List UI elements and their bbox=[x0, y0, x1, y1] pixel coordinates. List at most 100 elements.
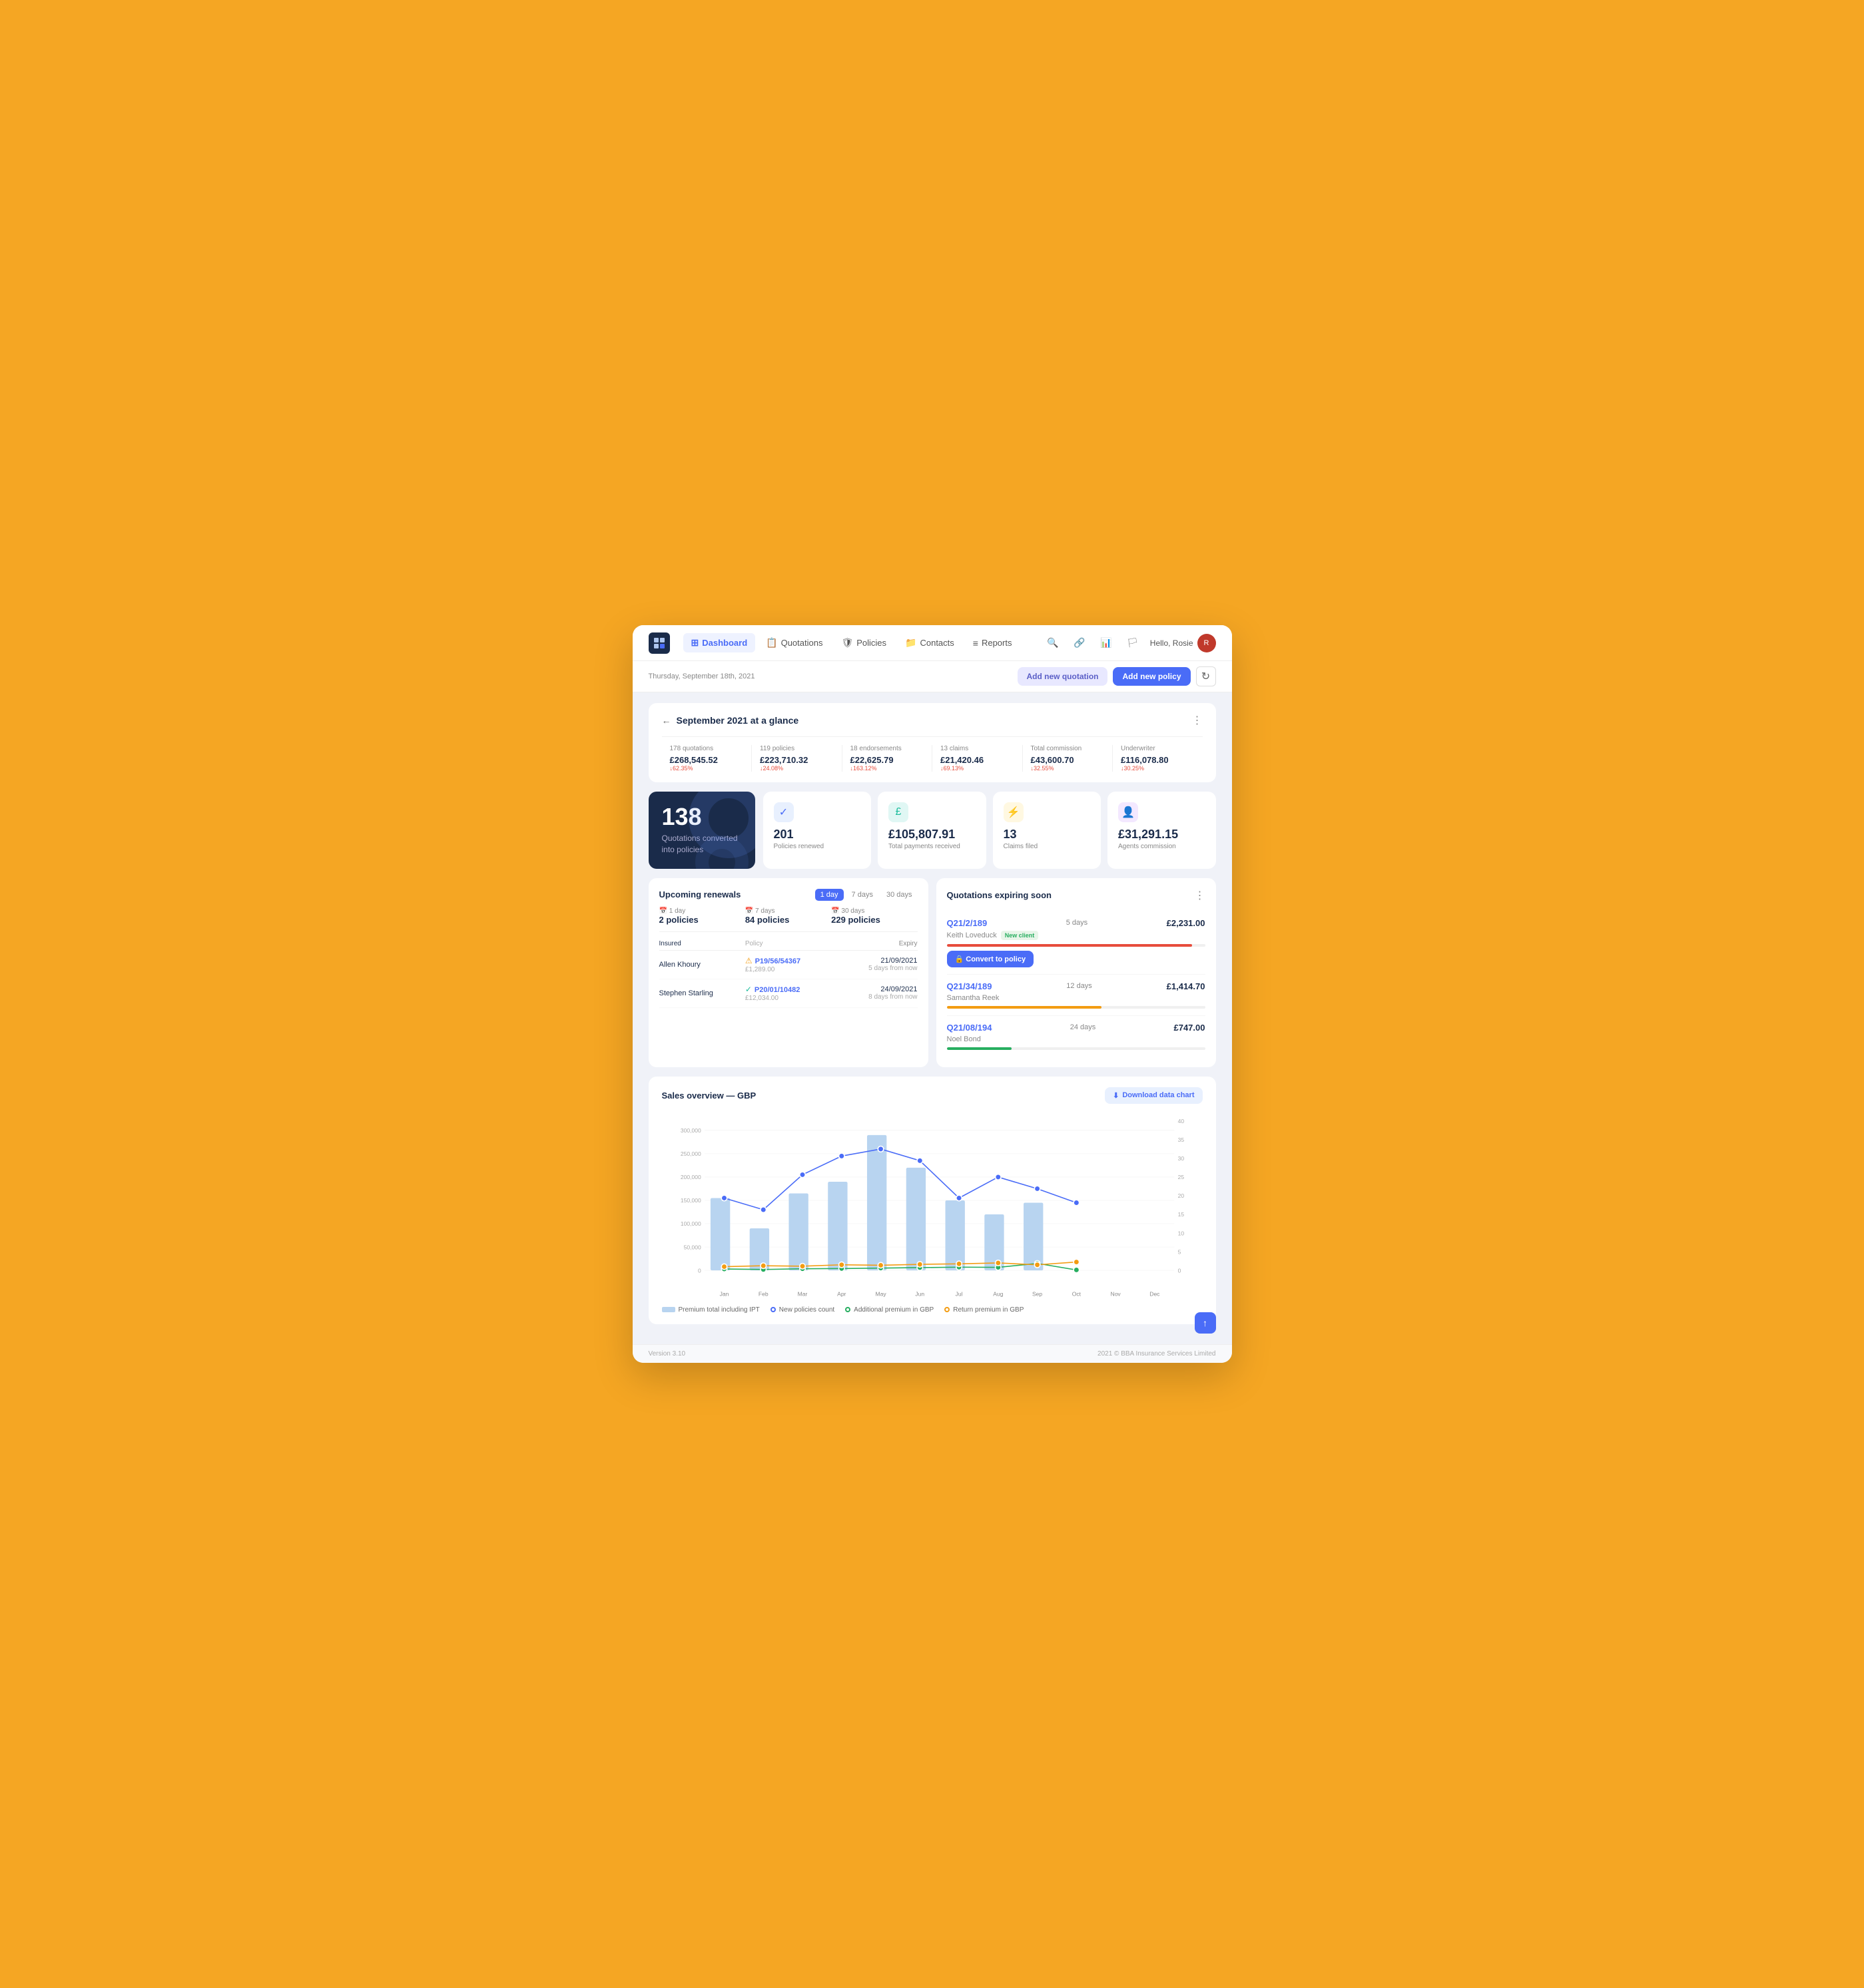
policy-info: ⚠P19/56/54367 £1,289.00 bbox=[745, 956, 831, 973]
svg-text:35: 35 bbox=[1177, 1136, 1184, 1143]
svg-text:150,000: 150,000 bbox=[680, 1197, 701, 1204]
progress-bar-container bbox=[947, 1047, 1205, 1050]
legend-dot bbox=[845, 1307, 850, 1312]
stat-label: 18 endorsements bbox=[850, 745, 924, 752]
svg-text:0: 0 bbox=[1177, 1267, 1181, 1274]
expiry-date: 24/09/2021 bbox=[831, 985, 917, 993]
stat-value: £43,600.70 bbox=[1031, 755, 1105, 765]
day-tab-1[interactable]: 7 days bbox=[846, 889, 878, 901]
metric-card-label: Claims filed bbox=[1004, 843, 1091, 850]
nav-contacts-label: Contacts bbox=[920, 638, 954, 648]
nav-contacts[interactable]: 📁 Contacts bbox=[897, 633, 962, 652]
stat-item: 18 endorsements £22,625.79 ↓163.12% bbox=[842, 745, 933, 772]
quotation-item: Q21/08/194 24 days £747.00 Noel Bond bbox=[947, 1016, 1205, 1057]
nav-policies[interactable]: 🛡 Policies bbox=[833, 633, 894, 652]
policy-count-period: 📅 7 days bbox=[745, 907, 831, 915]
col-policy-header: Policy bbox=[745, 940, 831, 947]
quotation-item: Q21/34/189 12 days £1,414.70 Samantha Re… bbox=[947, 975, 1205, 1016]
policy-count-item: 📅 30 days 229 policies bbox=[831, 907, 917, 925]
expiry-sub: 8 days from now bbox=[831, 993, 917, 1001]
day-tab-2[interactable]: 30 days bbox=[881, 889, 918, 901]
quotations-more-icon[interactable]: ⋮ bbox=[1195, 889, 1205, 902]
nav-reports[interactable]: ≡ Reports bbox=[965, 633, 1020, 652]
quotation-amount: £747.00 bbox=[1173, 1023, 1205, 1033]
quotations-card: Quotations expiring soon ⋮ Q21/2/189 5 d… bbox=[936, 878, 1216, 1067]
metric-card-icon: 👤 bbox=[1118, 802, 1138, 822]
svg-text:Oct: Oct bbox=[1072, 1290, 1081, 1297]
expiry-info: 21/09/2021 5 days from now bbox=[831, 957, 917, 972]
copyright-label: 2021 © BBA Insurance Services Limited bbox=[1097, 1350, 1215, 1358]
glance-more-icon[interactable]: ⋮ bbox=[1192, 714, 1203, 727]
footer: Version 3.10 2021 © BBA Insurance Servic… bbox=[633, 1344, 1232, 1363]
stat-change: ↓62.35% bbox=[670, 765, 744, 772]
flag-icon-button[interactable]: 🏳 bbox=[1123, 634, 1142, 652]
quotation-amount: £1,414.70 bbox=[1167, 981, 1205, 991]
metric-card: £ £105,807.91 Total payments received bbox=[878, 792, 986, 869]
content: ← September 2021 at a glance ⋮ 178 quota… bbox=[633, 692, 1232, 1344]
svg-text:May: May bbox=[875, 1290, 886, 1297]
nav-policies-label: Policies bbox=[856, 638, 886, 648]
dark-card: 138 Quotations converted into policies bbox=[649, 792, 755, 869]
quotation-client: Samantha Reek bbox=[947, 994, 1205, 1002]
add-quotation-button[interactable]: Add new quotation bbox=[1018, 667, 1108, 686]
metric-card-icon: £ bbox=[888, 802, 908, 822]
logo bbox=[649, 632, 670, 654]
download-chart-button[interactable]: ⬇ Download data chart bbox=[1105, 1087, 1202, 1104]
stat-label: Total commission bbox=[1031, 745, 1105, 752]
dashboard-icon: ⊞ bbox=[691, 637, 699, 648]
legend-color bbox=[662, 1307, 675, 1312]
legend-label: Return premium in GBP bbox=[953, 1306, 1024, 1314]
quotation-days: 24 days bbox=[1070, 1023, 1096, 1031]
back-arrow-icon[interactable]: ← bbox=[662, 715, 671, 726]
quotation-top: Q21/34/189 12 days £1,414.70 bbox=[947, 981, 1205, 991]
policy-count-period: 📅 1 day bbox=[659, 907, 745, 915]
policy-amount: £1,289.00 bbox=[745, 966, 775, 973]
svg-text:Sep: Sep bbox=[1032, 1290, 1042, 1297]
svg-text:200,000: 200,000 bbox=[680, 1174, 701, 1180]
check-icon: ✓ bbox=[745, 985, 752, 994]
stat-change: ↓24.08% bbox=[760, 765, 834, 772]
insured-name: Stephen Starling bbox=[659, 989, 745, 997]
policy-link[interactable]: P19/56/54367 bbox=[755, 957, 801, 965]
quotation-id[interactable]: Q21/2/189 bbox=[947, 918, 988, 928]
stat-item: 119 policies £223,710.32 ↓24.08% bbox=[752, 745, 842, 772]
nav-dashboard[interactable]: ⊞ Dashboard bbox=[683, 633, 756, 652]
quotation-top: Q21/08/194 24 days £747.00 bbox=[947, 1023, 1205, 1033]
quotation-id[interactable]: Q21/34/189 bbox=[947, 981, 992, 991]
quotation-days: 5 days bbox=[1066, 919, 1087, 927]
metric-card-icon: ✓ bbox=[774, 802, 794, 822]
legend-dot bbox=[944, 1307, 950, 1312]
legend-label: Additional premium in GBP bbox=[854, 1306, 934, 1314]
quotation-client: Noel Bond bbox=[947, 1035, 1205, 1043]
search-button[interactable]: 🔍 bbox=[1044, 634, 1062, 652]
metric-card-label: Total payments received bbox=[888, 843, 976, 850]
contacts-icon: 📁 bbox=[905, 637, 916, 648]
convert-to-policy-button[interactable]: 🔒 Convert to policy bbox=[947, 951, 1034, 967]
svg-text:25: 25 bbox=[1177, 1174, 1184, 1180]
svg-text:Dec: Dec bbox=[1149, 1290, 1160, 1297]
svg-text:300,000: 300,000 bbox=[680, 1127, 701, 1134]
policies-icon: 🛡 bbox=[841, 637, 853, 648]
nav-quotations[interactable]: 📋 Quotations bbox=[758, 633, 830, 652]
legend-item: Return premium in GBP bbox=[944, 1306, 1024, 1314]
policy-count-value: 2 policies bbox=[659, 915, 745, 925]
policy-link[interactable]: P20/01/10482 bbox=[755, 986, 800, 994]
day-tab-0[interactable]: 1 day bbox=[815, 889, 844, 901]
svg-text:30: 30 bbox=[1177, 1155, 1184, 1162]
quotation-days: 12 days bbox=[1066, 982, 1092, 990]
add-policy-button[interactable]: Add new policy bbox=[1113, 667, 1190, 686]
user-info: Hello, Rosie R bbox=[1150, 634, 1216, 652]
quotation-id[interactable]: Q21/08/194 bbox=[947, 1023, 992, 1033]
insured-name: Allen Khoury bbox=[659, 961, 745, 969]
metric-card-icon: ⚡ bbox=[1004, 802, 1024, 822]
stat-value: £116,078.80 bbox=[1121, 755, 1195, 765]
scroll-to-top-button[interactable]: ↑ bbox=[1195, 1312, 1216, 1334]
chart-header: Sales overview — GBP ⬇ Download data cha… bbox=[662, 1087, 1203, 1104]
refresh-button[interactable]: ↻ bbox=[1196, 666, 1216, 686]
legend-item: Premium total including IPT bbox=[662, 1306, 760, 1314]
chart-icon-button[interactable]: 📊 bbox=[1097, 634, 1115, 652]
stat-label: 119 policies bbox=[760, 745, 834, 752]
policy-count-item: 📅 1 day 2 policies bbox=[659, 907, 745, 925]
network-icon-button[interactable]: 🔗 bbox=[1070, 634, 1089, 652]
svg-text:40: 40 bbox=[1177, 1118, 1184, 1124]
